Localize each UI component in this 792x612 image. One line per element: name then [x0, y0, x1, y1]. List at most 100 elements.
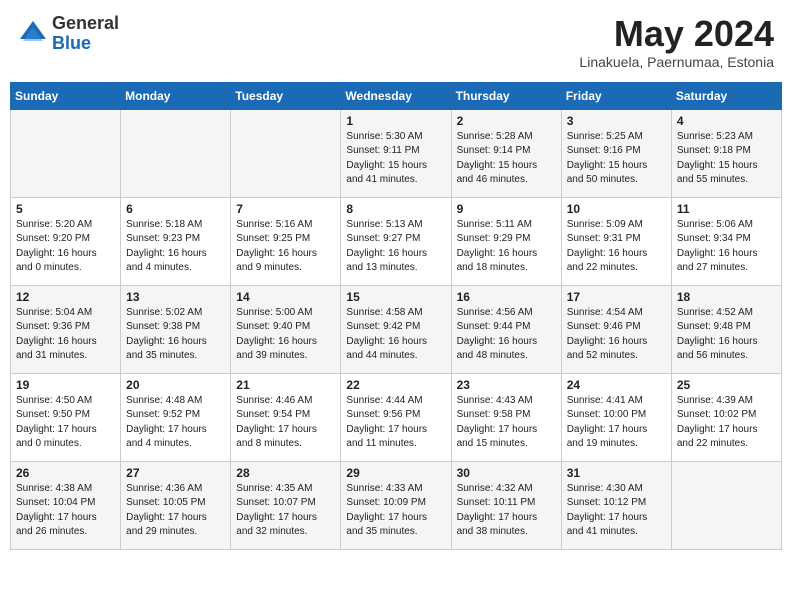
day-info: Sunrise: 4:48 AMSunset: 9:52 PMDaylight:…: [126, 394, 225, 452]
logo-blue: Blue: [52, 34, 119, 54]
calendar-cell: 2 Sunrise: 5:28 AMSunset: 9:14 PMDaylight…: [451, 109, 561, 197]
calendar-cell: 30Sunrise: 4:32 AMSunset: 10:11 PMDaylig…: [451, 461, 561, 549]
calendar-cell: [671, 461, 781, 549]
calendar-cell: 8 Sunrise: 5:13 AMSunset: 9:27 PMDaylight…: [341, 197, 451, 285]
day-number: 29: [346, 466, 445, 480]
calendar-cell: 29Sunrise: 4:33 AMSunset: 10:09 PMDaylig…: [341, 461, 451, 549]
calendar-table: SundayMondayTuesdayWednesdayThursdayFrid…: [10, 82, 782, 550]
day-number: 22: [346, 378, 445, 392]
header-day-thursday: Thursday: [451, 82, 561, 109]
logo: General Blue: [18, 14, 119, 54]
day-info: Sunrise: 4:43 AMSunset: 9:58 PMDaylight:…: [457, 394, 556, 452]
day-info: Sunrise: 5:30 AMSunset: 9:11 PMDaylight:…: [346, 130, 445, 188]
day-number: 25: [677, 378, 776, 392]
calendar-cell: 24 Sunrise: 4:41 AMSunset: 10:00 PMDaylig…: [561, 373, 671, 461]
calendar-cell: 6 Sunrise: 5:18 AMSunset: 9:23 PMDaylight…: [121, 197, 231, 285]
day-number: 11: [677, 202, 776, 216]
header-day-wednesday: Wednesday: [341, 82, 451, 109]
calendar-cell: 16Sunrise: 4:56 AMSunset: 9:44 PMDayligh…: [451, 285, 561, 373]
day-info: Sunrise: 4:38 AMSunset: 10:04 PMDaylight…: [16, 482, 115, 540]
header-day-monday: Monday: [121, 82, 231, 109]
calendar-cell: 13 Sunrise: 5:02 AMSunset: 9:38 PMDayligh…: [121, 285, 231, 373]
day-info: Sunrise: 4:52 AMSunset: 9:48 PMDaylight:…: [677, 306, 776, 364]
day-info: Sunrise: 5:18 AMSunset: 9:23 PMDaylight:…: [126, 218, 225, 276]
calendar-cell: [121, 109, 231, 197]
day-number: 14: [236, 290, 335, 304]
title-block: May 2024 Linakuela, Paernumaa, Estonia: [579, 14, 774, 70]
calendar-cell: [231, 109, 341, 197]
calendar-cell: 5Sunrise: 5:20 AMSunset: 9:20 PMDaylight…: [11, 197, 121, 285]
calendar-cell: 18Sunrise: 4:52 AMSunset: 9:48 PMDayligh…: [671, 285, 781, 373]
day-number: 24: [567, 378, 666, 392]
calendar-week-row: 1Sunrise: 5:30 AMSunset: 9:11 PMDaylight…: [11, 109, 782, 197]
day-info: Sunrise: 5:02 AMSunset: 9:38 PMDaylight:…: [126, 306, 225, 364]
calendar-body: 1Sunrise: 5:30 AMSunset: 9:11 PMDaylight…: [11, 109, 782, 549]
day-number: 6: [126, 202, 225, 216]
day-info: Sunrise: 5:20 AMSunset: 9:20 PMDaylight:…: [16, 218, 115, 276]
month-title: May 2024: [579, 14, 774, 54]
day-info: Sunrise: 4:39 AMSunset: 10:02 PMDaylight…: [677, 394, 776, 452]
calendar-cell: 27 Sunrise: 4:36 AMSunset: 10:05 PMDaylig…: [121, 461, 231, 549]
logo-general: General: [52, 14, 119, 34]
calendar-cell: 21 Sunrise: 4:46 AMSunset: 9:54 PMDayligh…: [231, 373, 341, 461]
day-info: Sunrise: 5:11 AMSunset: 9:29 PMDaylight:…: [457, 218, 556, 276]
logo-icon: [18, 19, 48, 49]
day-info: Sunrise: 4:35 AMSunset: 10:07 PMDaylight…: [236, 482, 335, 540]
day-info: Sunrise: 5:25 AMSunset: 9:16 PMDaylight:…: [567, 130, 666, 188]
day-number: 28: [236, 466, 335, 480]
calendar-cell: 20 Sunrise: 4:48 AMSunset: 9:52 PMDayligh…: [121, 373, 231, 461]
calendar-cell: 17Sunrise: 4:54 AMSunset: 9:46 PMDayligh…: [561, 285, 671, 373]
day-number: 27: [126, 466, 225, 480]
day-number: 2: [457, 114, 556, 128]
day-number: 13: [126, 290, 225, 304]
calendar-week-row: 12Sunrise: 5:04 AMSunset: 9:36 PMDayligh…: [11, 285, 782, 373]
day-info: Sunrise: 4:46 AMSunset: 9:54 PMDaylight:…: [236, 394, 335, 452]
calendar-cell: 3 Sunrise: 5:25 AMSunset: 9:16 PMDaylight…: [561, 109, 671, 197]
day-number: 21: [236, 378, 335, 392]
calendar-week-row: 26 Sunrise: 4:38 AMSunset: 10:04 PMDaylig…: [11, 461, 782, 549]
page-header: General Blue May 2024 Linakuela, Paernum…: [10, 10, 782, 74]
calendar-week-row: 5Sunrise: 5:20 AMSunset: 9:20 PMDaylight…: [11, 197, 782, 285]
calendar-header: SundayMondayTuesdayWednesdayThursdayFrid…: [11, 82, 782, 109]
day-info: Sunrise: 5:04 AMSunset: 9:36 PMDaylight:…: [16, 306, 115, 364]
day-number: 10: [567, 202, 666, 216]
calendar-cell: 7Sunrise: 5:16 AMSunset: 9:25 PMDaylight…: [231, 197, 341, 285]
day-info: Sunrise: 4:44 AMSunset: 9:56 PMDaylight:…: [346, 394, 445, 452]
calendar-cell: [11, 109, 121, 197]
day-info: Sunrise: 4:50 AMSunset: 9:50 PMDaylight:…: [16, 394, 115, 452]
day-number: 20: [126, 378, 225, 392]
day-number: 30: [457, 466, 556, 480]
day-number: 8: [346, 202, 445, 216]
calendar-cell: 11 Sunrise: 5:06 AMSunset: 9:34 PMDayligh…: [671, 197, 781, 285]
day-info: Sunrise: 4:30 AMSunset: 10:12 PMDaylight…: [567, 482, 666, 540]
day-number: 3: [567, 114, 666, 128]
calendar-cell: 23Sunrise: 4:43 AMSunset: 9:58 PMDayligh…: [451, 373, 561, 461]
header-day-friday: Friday: [561, 82, 671, 109]
day-info: Sunrise: 5:09 AMSunset: 9:31 PMDaylight:…: [567, 218, 666, 276]
logo-text: General Blue: [52, 14, 119, 54]
calendar-cell: 22 Sunrise: 4:44 AMSunset: 9:56 PMDayligh…: [341, 373, 451, 461]
day-info: Sunrise: 5:00 AMSunset: 9:40 PMDaylight:…: [236, 306, 335, 364]
calendar-week-row: 19 Sunrise: 4:50 AMSunset: 9:50 PMDayligh…: [11, 373, 782, 461]
day-info: Sunrise: 5:13 AMSunset: 9:27 PMDaylight:…: [346, 218, 445, 276]
day-info: Sunrise: 5:16 AMSunset: 9:25 PMDaylight:…: [236, 218, 335, 276]
day-number: 16: [457, 290, 556, 304]
day-info: Sunrise: 4:54 AMSunset: 9:46 PMDaylight:…: [567, 306, 666, 364]
calendar-cell: 26 Sunrise: 4:38 AMSunset: 10:04 PMDaylig…: [11, 461, 121, 549]
location-subtitle: Linakuela, Paernumaa, Estonia: [579, 54, 774, 70]
day-number: 19: [16, 378, 115, 392]
day-info: Sunrise: 5:28 AMSunset: 9:14 PMDaylight:…: [457, 130, 556, 188]
day-info: Sunrise: 5:06 AMSunset: 9:34 PMDaylight:…: [677, 218, 776, 276]
calendar-cell: 14 Sunrise: 5:00 AMSunset: 9:40 PMDayligh…: [231, 285, 341, 373]
calendar-cell: 25 Sunrise: 4:39 AMSunset: 10:02 PMDaylig…: [671, 373, 781, 461]
day-info: Sunrise: 4:58 AMSunset: 9:42 PMDaylight:…: [346, 306, 445, 364]
calendar-cell: 28 Sunrise: 4:35 AMSunset: 10:07 PMDaylig…: [231, 461, 341, 549]
day-info: Sunrise: 4:36 AMSunset: 10:05 PMDaylight…: [126, 482, 225, 540]
header-day-tuesday: Tuesday: [231, 82, 341, 109]
day-info: Sunrise: 4:41 AMSunset: 10:00 PMDaylight…: [567, 394, 666, 452]
calendar-cell: 1Sunrise: 5:30 AMSunset: 9:11 PMDaylight…: [341, 109, 451, 197]
calendar-cell: 12Sunrise: 5:04 AMSunset: 9:36 PMDayligh…: [11, 285, 121, 373]
day-number: 4: [677, 114, 776, 128]
calendar-cell: 4Sunrise: 5:23 AMSunset: 9:18 PMDaylight…: [671, 109, 781, 197]
day-number: 26: [16, 466, 115, 480]
